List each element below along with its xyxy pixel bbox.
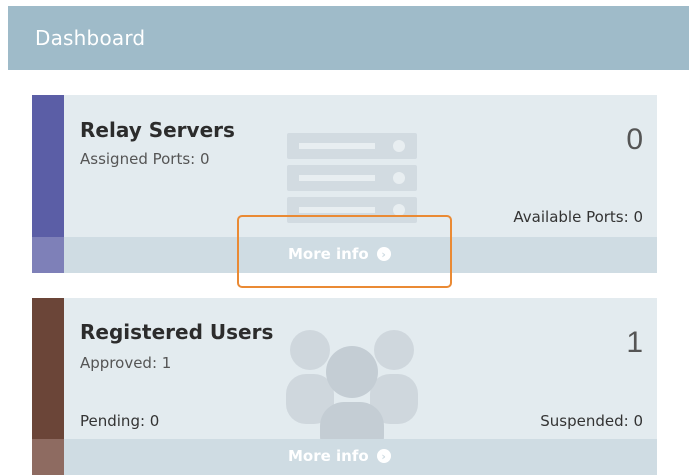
assigned-ports-label: Assigned Ports: 0 — [80, 150, 210, 168]
users-more-info-link[interactable]: More info › — [288, 447, 391, 465]
users-accent-stripe — [32, 298, 64, 439]
dashboard-header: Dashboard — [8, 6, 689, 70]
highlight-annotation-box — [237, 215, 452, 288]
approved-label: Approved: 1 — [80, 354, 172, 372]
available-ports-label: Available Ports: 0 — [513, 208, 643, 226]
registered-users-title: Registered Users — [80, 320, 274, 344]
users-accent-stripe-bottom — [32, 439, 64, 475]
users-more-info-footer[interactable]: More info › — [64, 439, 657, 475]
suspended-label: Suspended: 0 — [540, 412, 643, 430]
relay-servers-title: Relay Servers — [80, 118, 235, 142]
relay-accent-stripe — [32, 95, 64, 237]
relay-servers-count: 0 — [626, 123, 643, 156]
users-more-info-label: More info — [288, 447, 369, 465]
relay-accent-stripe-bottom — [32, 237, 64, 273]
page-title: Dashboard — [35, 26, 146, 50]
server-icon — [287, 133, 417, 223]
registered-users-count: 1 — [626, 326, 643, 359]
circle-arrow-right-icon: › — [376, 449, 391, 463]
registered-users-card: Registered Users Approved: 1 1 Pending: … — [32, 298, 657, 475]
pending-label: Pending: 0 — [80, 412, 160, 430]
